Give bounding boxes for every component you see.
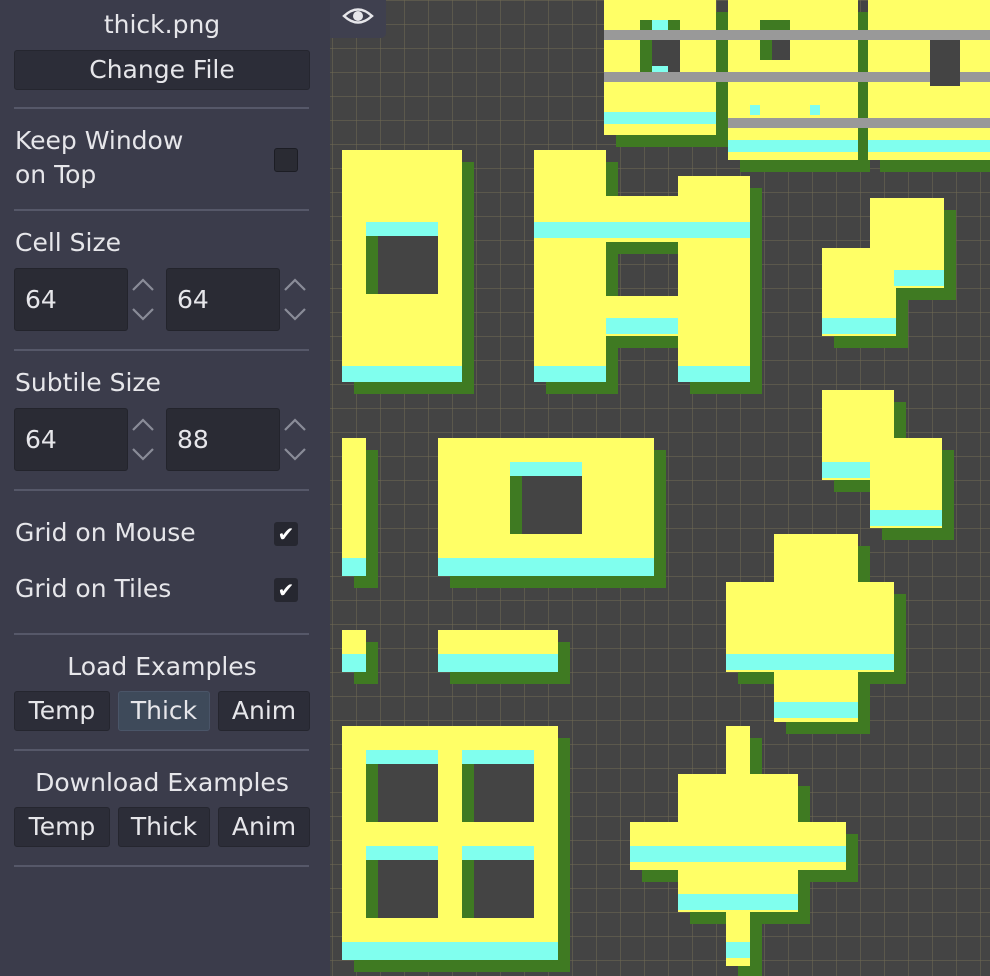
load-thick-button[interactable]: Thick	[118, 691, 210, 731]
chevron-down-icon[interactable]	[280, 300, 310, 331]
tile-highlight	[810, 105, 820, 115]
cell-size-y-field[interactable]: 64	[166, 268, 280, 331]
chevron-up-icon[interactable]	[280, 268, 310, 299]
load-examples-label: Load Examples	[67, 652, 257, 681]
keep-on-top-checkbox[interactable]	[274, 148, 298, 172]
load-temp-button[interactable]: Temp	[14, 691, 110, 731]
subtile-size-x-field[interactable]: 64	[14, 408, 128, 471]
tile-highlight	[438, 654, 558, 672]
tile-hole	[378, 762, 438, 822]
tile-highlight	[534, 222, 750, 238]
tile-hole	[930, 40, 960, 86]
cell-size-x-spinbox[interactable]: 64	[14, 268, 158, 331]
spin-arrows-icon[interactable]	[280, 268, 310, 331]
spin-arrows-icon[interactable]	[128, 268, 158, 331]
tileset-preview-canvas	[330, 0, 990, 976]
spin-arrows-icon[interactable]	[280, 408, 310, 471]
tile-hole	[522, 474, 582, 534]
tile-hole	[378, 234, 438, 294]
tile-gray-band	[604, 30, 990, 40]
change-file-button[interactable]: Change File	[14, 50, 310, 90]
tile-highlight	[822, 462, 870, 478]
grid-on-tiles-label: Grid on Tiles	[15, 574, 172, 603]
tile-highlight	[342, 558, 366, 576]
tile-highlight	[726, 942, 750, 958]
download-thick-button[interactable]: Thick	[118, 807, 210, 847]
tile-highlight	[822, 318, 896, 334]
chevron-up-icon[interactable]	[280, 408, 310, 439]
separator	[14, 489, 309, 491]
tile-highlight	[366, 222, 438, 236]
cell-size-y-spinbox[interactable]: 64	[166, 268, 310, 331]
tile-highlight	[894, 270, 944, 286]
tile-hole	[378, 858, 438, 918]
chevron-down-icon[interactable]	[128, 440, 158, 471]
eye-icon	[342, 8, 374, 24]
tile-highlight	[462, 846, 534, 860]
chevron-up-icon[interactable]	[128, 408, 158, 439]
subtile-size-label: Subtile Size	[15, 368, 161, 397]
tile-highlight	[604, 112, 716, 124]
download-temp-button[interactable]: Temp	[14, 807, 110, 847]
tileset-preview-viewport[interactable]	[330, 0, 990, 976]
tile-highlight	[652, 20, 668, 30]
chevron-up-icon[interactable]	[128, 268, 158, 299]
tile-gray-band	[728, 118, 990, 128]
grid-on-tiles-checkbox[interactable]: ✔	[274, 578, 298, 602]
tile-highlight	[750, 105, 760, 115]
separator	[14, 209, 309, 211]
keep-window-label-line1: Keep Window	[15, 126, 184, 155]
tile-highlight	[366, 750, 438, 764]
chevron-down-icon[interactable]	[128, 300, 158, 331]
separator	[14, 749, 309, 751]
keep-window-label-line2: on Top	[15, 160, 97, 189]
tile-body	[534, 150, 606, 382]
grid-on-mouse-checkbox[interactable]: ✔	[274, 522, 298, 546]
tile-highlight	[366, 846, 438, 860]
separator	[14, 633, 309, 635]
separator	[14, 349, 309, 351]
tile-highlight	[728, 140, 858, 152]
download-examples-label: Download Examples	[35, 768, 289, 797]
chevron-down-icon[interactable]	[280, 440, 310, 471]
preview-toggle-button[interactable]	[330, 0, 386, 38]
tile-highlight	[606, 318, 678, 334]
tile-highlight	[870, 510, 942, 526]
subtile-size-y-field[interactable]: 88	[166, 408, 280, 471]
tile-highlight	[868, 140, 990, 152]
tile-highlight	[342, 366, 462, 382]
spin-arrows-icon[interactable]	[128, 408, 158, 471]
download-anim-button[interactable]: Anim	[218, 807, 310, 847]
settings-sidebar: thick.png Change File Keep Window on Top…	[0, 0, 330, 976]
tile-body	[678, 774, 798, 912]
tile-highlight	[534, 366, 606, 382]
tile-hole	[474, 858, 534, 918]
tile-highlight	[342, 942, 558, 960]
tile-highlight	[678, 366, 750, 382]
separator	[14, 107, 309, 109]
subtile-size-x-spinbox[interactable]: 64	[14, 408, 158, 471]
subtile-size-y-spinbox[interactable]: 88	[166, 408, 310, 471]
tile-highlight	[678, 894, 798, 910]
cell-size-x-field[interactable]: 64	[14, 268, 128, 331]
file-name-label: thick.png	[103, 10, 221, 39]
cell-size-label: Cell Size	[15, 228, 121, 257]
tile-highlight	[774, 702, 858, 718]
tile-body	[342, 438, 366, 576]
load-anim-button[interactable]: Anim	[218, 691, 310, 731]
tile-highlight	[342, 654, 366, 672]
tile-hole	[474, 762, 534, 822]
tile-highlight	[510, 462, 582, 476]
tile-highlight	[438, 558, 654, 576]
tile-highlight	[630, 846, 846, 862]
tile-highlight	[462, 750, 534, 764]
tile-highlight	[726, 654, 894, 670]
separator	[14, 865, 309, 867]
grid-on-mouse-label: Grid on Mouse	[15, 518, 196, 547]
